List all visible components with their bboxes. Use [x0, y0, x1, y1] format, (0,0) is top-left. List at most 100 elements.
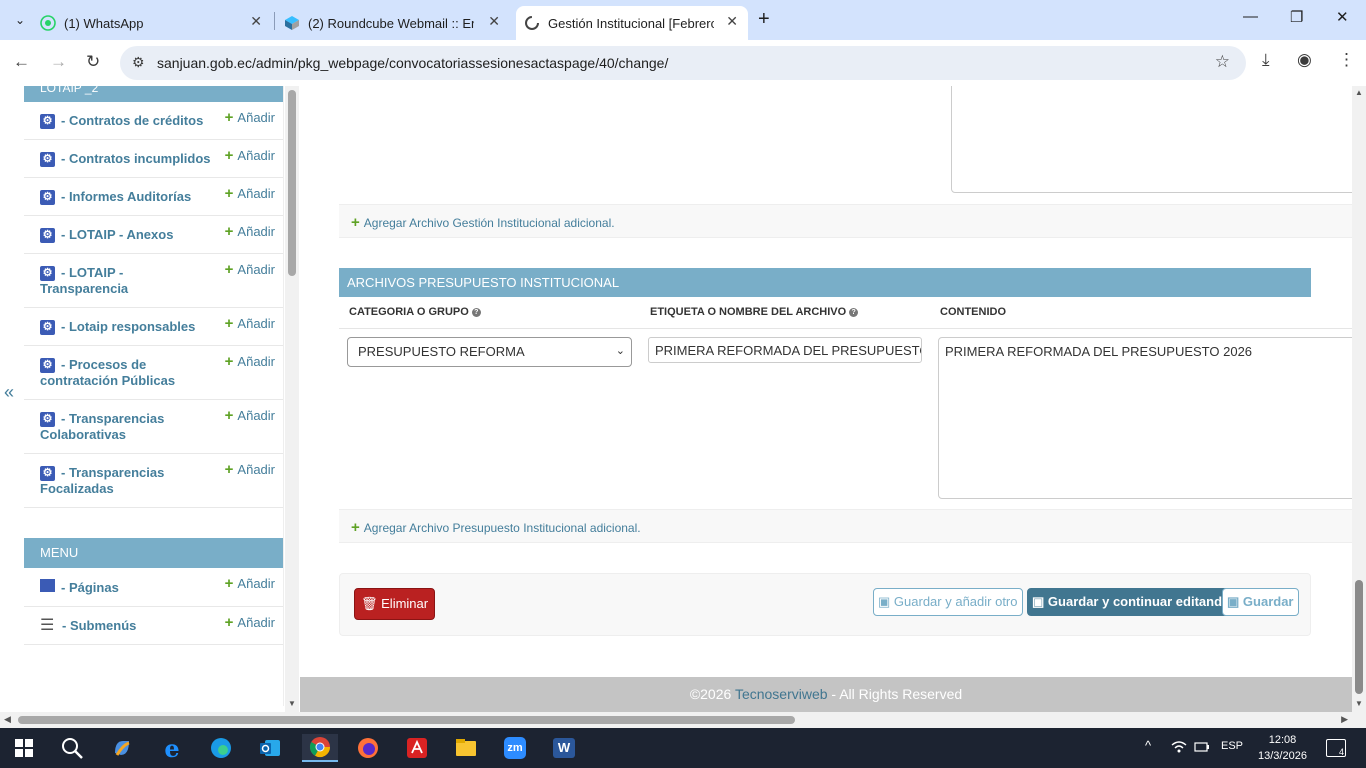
acrobat-icon[interactable] [399, 734, 435, 762]
delete-button[interactable]: 🗑 Eliminar [354, 588, 436, 620]
new-tab-button[interactable]: + [758, 8, 770, 31]
add-presupuesto-row[interactable]: + Agregar Archivo Presupuesto Institucion… [339, 509, 1352, 543]
scroll-up-arrow[interactable]: ▲ [1355, 88, 1363, 97]
footer-brand-link[interactable]: Tecnoserviweb [735, 686, 828, 702]
windows-start-icon[interactable] [6, 734, 42, 762]
add-link[interactable]: + Añadir [225, 110, 275, 126]
scrollbar-thumb[interactable] [288, 90, 296, 276]
add-gestion-row[interactable]: + Agregar Archivo Gestión Institucional a… [339, 204, 1352, 238]
contenido-textarea[interactable]: PRIMERA REFORMADA DEL PRESUPUESTO 2026 [938, 337, 1352, 499]
profile-icon[interactable]: ◉ [1297, 50, 1312, 70]
add-link[interactable]: + Añadir [225, 354, 275, 370]
add-link[interactable]: + Añadir [225, 186, 275, 202]
firefox-icon[interactable] [350, 734, 386, 762]
etiqueta-input[interactable]: PRIMERA REFORMADA DEL PRESUPUESTO 2 [648, 337, 922, 363]
download-icon[interactable]: ⤓ [1262, 50, 1270, 70]
sidebar-collapse-toggle[interactable]: « [4, 382, 14, 403]
tab-whatsapp[interactable]: (1) WhatsApp ✕ [40, 6, 272, 40]
search-icon[interactable] [54, 734, 90, 762]
add-link[interactable]: + Añadir [225, 224, 275, 240]
copilot-icon[interactable] [104, 734, 140, 762]
site-settings-icon[interactable]: ⚙ [132, 54, 145, 71]
save-button[interactable]: ▣ Guardar [1222, 588, 1299, 616]
edge-icon[interactable] [203, 734, 239, 762]
save-add-another-button[interactable]: ▣ Guardar y añadir otro [873, 588, 1023, 616]
internet-explorer-icon[interactable]: e [154, 734, 190, 763]
chrome-icon[interactable] [302, 734, 338, 762]
scrollbar-thumb[interactable] [1355, 580, 1363, 694]
minimize-icon[interactable]: — [1243, 8, 1258, 25]
sidebar-item-submenus[interactable]: ☰ - Submenús + Añadir [24, 607, 283, 645]
sidebar-item-label[interactable]: - Contratos incumplidos [61, 151, 211, 166]
sidebar-item-lotaip-anexos[interactable]: ⚙ - LOTAIP - Anexos + Añadir [24, 216, 283, 254]
add-link[interactable]: + Añadir [225, 462, 275, 478]
sidebar-item-label[interactable]: - Páginas [61, 580, 119, 595]
page-scrollbar[interactable]: ▲ ▼ [1352, 86, 1366, 712]
scrollbar-thumb[interactable] [18, 716, 795, 724]
sidebar-item-label[interactable]: - Procesos de contratación Públicas [40, 357, 175, 388]
sidebar-item-contratos-creditos[interactable]: ⚙ - Contratos de créditos + Añadir [24, 102, 283, 140]
back-icon[interactable]: ← [13, 52, 30, 72]
close-icon[interactable]: ✕ [488, 13, 500, 30]
sidebar-item-label[interactable]: - LOTAIP - Anexos [61, 227, 173, 242]
scroll-down-arrow[interactable]: ▼ [288, 699, 296, 708]
reload-icon[interactable]: ↻ [86, 52, 100, 72]
sidebar-item-transparencias-focalizadas[interactable]: ⚙ - Transparencias Focalizadas + Añadir [24, 454, 283, 508]
sidebar-item-lotaip-transparencia[interactable]: ⚙ - LOTAIP - Transparencia + Añadir [24, 254, 283, 308]
bookmark-star-icon[interactable]: ☆ [1215, 52, 1230, 72]
scroll-right-arrow[interactable]: ▶ [1341, 714, 1348, 725]
add-link[interactable]: + Añadir [225, 262, 275, 278]
file-explorer-icon[interactable] [448, 734, 484, 762]
add-link[interactable]: + Añadir [225, 408, 275, 424]
outlook-icon[interactable] [252, 734, 288, 762]
add-link[interactable]: + Añadir [225, 148, 275, 164]
sidebar-item-label[interactable]: - Transparencias Colaborativas [40, 411, 164, 442]
help-icon[interactable]: ? [471, 308, 481, 317]
add-gestion-link[interactable]: Agregar Archivo Gestión Institucional ad… [364, 216, 615, 230]
add-link[interactable]: + Añadir [225, 576, 275, 592]
wifi-icon[interactable] [1171, 740, 1187, 757]
notification-center-icon[interactable]: 4 [1326, 739, 1346, 757]
word-icon[interactable]: W [546, 734, 582, 762]
sidebar-item-procesos-contratacion[interactable]: ⚙ - Procesos de contratación Públicas + Aña… [24, 346, 283, 400]
chevron-up-icon[interactable]: ^ [1145, 738, 1151, 753]
sidebar-item-contratos-incumplidos[interactable]: ⚙ - Contratos incumplidos + Añadir [24, 140, 283, 178]
close-icon[interactable]: ✕ [250, 13, 262, 30]
sidebar-item-lotaip-responsables[interactable]: ⚙ - Lotaip responsables + Añadir [24, 308, 283, 346]
tab-roundcube[interactable]: (2) Roundcube Webmail :: Entra ✕ [284, 6, 510, 40]
horizontal-scrollbar[interactable]: ◀ ▶ [0, 712, 1366, 728]
gestion-contenido-textarea[interactable] [951, 86, 1352, 193]
add-link[interactable]: + Añadir [225, 615, 275, 631]
restore-icon[interactable]: ❐ [1290, 8, 1303, 26]
sidebar-item-informes-auditorias[interactable]: ⚙ - Informes Auditorías + Añadir [24, 178, 283, 216]
sidebar-item-label[interactable]: - Informes Auditorías [61, 189, 191, 204]
close-icon[interactable]: ✕ [726, 13, 738, 30]
address-bar[interactable]: ⚙ sanjuan.gob.ec/admin/pkg_webpage/convo… [120, 46, 1246, 80]
add-link[interactable]: + Añadir [225, 316, 275, 332]
help-icon[interactable]: ? [849, 308, 859, 317]
sidebar-item-label[interactable]: - Submenús [62, 618, 136, 633]
sidebar-scrollbar[interactable]: ▼ [285, 86, 299, 712]
sidebar-item-transparencias-colaborativas[interactable]: ⚙ - Transparencias Colaborativas + Añadir [24, 400, 283, 454]
browser-toolbar: ← → ↻ ⚙ sanjuan.gob.ec/admin/pkg_webpage… [0, 40, 1366, 86]
url-text[interactable]: sanjuan.gob.ec/admin/pkg_webpage/convoca… [157, 55, 668, 71]
battery-icon[interactable] [1194, 740, 1210, 757]
menu-kebab-icon[interactable]: ⋮ [1338, 50, 1355, 70]
scroll-down-arrow[interactable]: ▼ [1355, 699, 1363, 708]
sidebar-item-label[interactable]: - Lotaip responsables [61, 319, 195, 334]
tab-search-button[interactable]: ⌄ [8, 8, 32, 32]
scroll-left-arrow[interactable]: ◀ [4, 714, 11, 725]
language-indicator[interactable]: ESP [1221, 740, 1243, 752]
categoria-select[interactable]: PRESUPUESTO REFORMA ⌄ [347, 337, 632, 367]
close-window-icon[interactable]: ✕ [1336, 8, 1349, 26]
sidebar-item-label[interactable]: - Transparencias Focalizadas [40, 465, 164, 496]
sidebar-item-label[interactable]: - Contratos de créditos [61, 113, 203, 128]
taskbar-clock[interactable]: 12:08 13/3/2026 [1258, 732, 1307, 764]
add-presupuesto-link[interactable]: Agregar Archivo Presupuesto Instituciona… [364, 521, 641, 535]
zoom-icon[interactable]: zm [497, 734, 533, 762]
tab-gestion-institucional[interactable]: Gestión Institucional [Febrero-2 ✕ [516, 6, 748, 40]
save-continue-button[interactable]: ▣ Guardar y continuar editando [1027, 588, 1235, 616]
sidebar-item-paginas[interactable]: - Páginas + Añadir [24, 568, 283, 607]
change-form: + Agregar Archivo Gestión Institucional a… [300, 86, 1352, 712]
forward-icon[interactable]: → [50, 52, 67, 72]
